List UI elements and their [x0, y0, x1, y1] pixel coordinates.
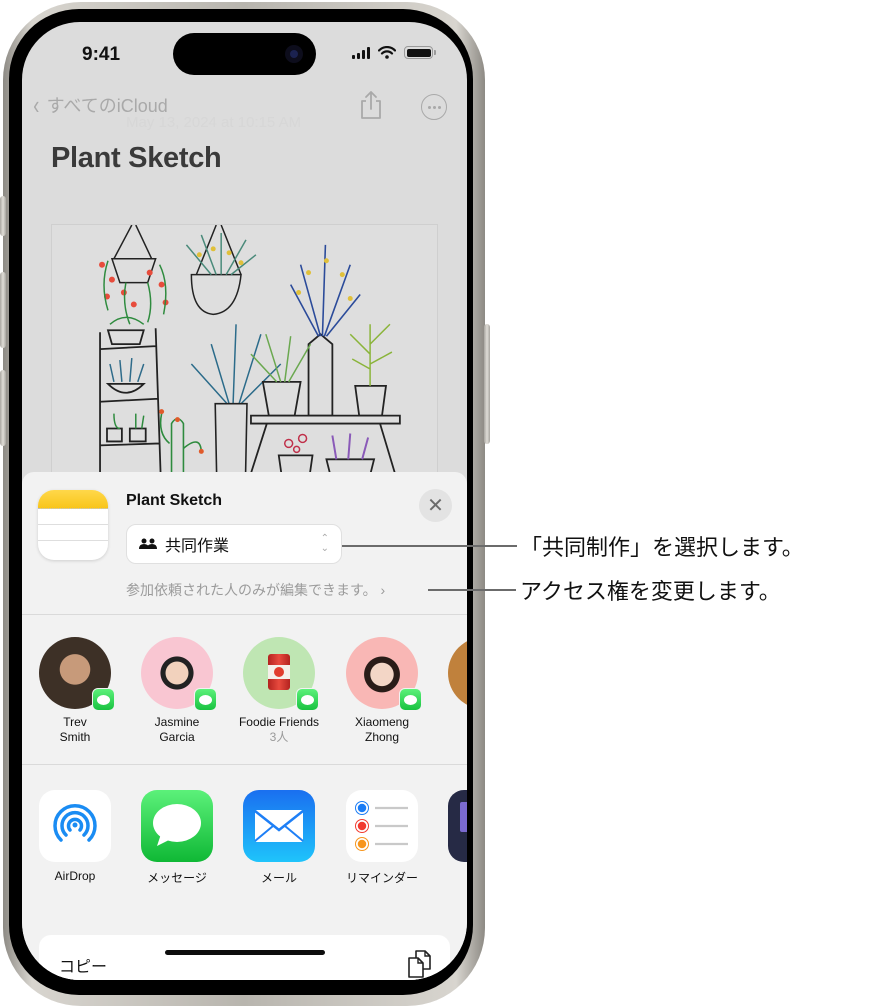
status-time: 9:41 — [82, 44, 121, 65]
chevron-up-down-icon: ⌃ ⌄ — [320, 533, 329, 554]
close-icon: ✕ — [427, 495, 444, 517]
group-name: Foodie Friends — [238, 715, 320, 729]
airdrop-icon — [39, 790, 111, 862]
person-name: Trev Smith — [59, 715, 91, 744]
close-button[interactable]: ✕ — [419, 489, 452, 522]
avatar — [243, 637, 319, 711]
chevron-left-icon: ‹ — [33, 90, 40, 120]
tomato-can-icon — [268, 654, 290, 690]
callout-line-collab — [342, 545, 517, 547]
share-apps: AirDrop メッセージ メール リマインダー — [22, 790, 467, 890]
reminders-icon — [346, 790, 418, 862]
collaboration-mode-value: 共同作業 — [165, 538, 230, 555]
divider — [22, 614, 467, 615]
volume-down-button — [0, 370, 6, 446]
share-sheet: Plant Sketch ✕ 共同作業 ⌃ ⌄ 参加依頼された人のみが編集できます… — [22, 472, 467, 980]
group-member-count: 3人 — [269, 730, 289, 744]
app-label: AirDrop — [54, 869, 96, 883]
share-sheet-title: Plant Sketch — [126, 492, 223, 509]
app-airdrop[interactable]: AirDrop — [25, 790, 125, 883]
app-label: メール — [260, 871, 297, 885]
avatar — [39, 637, 115, 711]
app-label: シ — [434, 869, 467, 886]
red-berries — [99, 261, 169, 308]
app-label: メッセージ — [147, 871, 207, 885]
person-jasmine-garcia[interactable]: Jasmine Garcia — [127, 637, 227, 745]
app-messages[interactable]: メッセージ — [127, 790, 227, 886]
avatar — [346, 637, 422, 711]
group-foodie-friends[interactable]: Foodie Friends 3人 — [229, 637, 329, 745]
person-name: Xiaomeng Zhong — [354, 715, 410, 744]
app-label: リマインダー — [345, 871, 418, 885]
wifi-icon — [378, 46, 396, 59]
volume-up-button — [0, 272, 6, 348]
plant-sketch-drawing[interactable] — [51, 224, 438, 504]
app-partial[interactable]: シ — [434, 790, 467, 886]
people-suggestions: Trev Smith Jasmine Garcia Foodie Friends 3… — [22, 637, 467, 767]
messages-badge-icon — [296, 688, 319, 711]
messages-icon — [141, 790, 213, 862]
messages-badge-icon — [399, 688, 422, 711]
access-settings-link[interactable]: 参加依頼された人のみが編集できます。 › — [126, 580, 385, 600]
chevron-right-icon: › — [380, 582, 386, 598]
dynamic-island — [173, 33, 316, 75]
front-camera — [285, 45, 303, 63]
messages-badge-icon — [194, 688, 217, 711]
app-mail[interactable]: メール — [229, 790, 329, 886]
access-settings-text: 参加依頼された人のみが編集できます。 — [126, 582, 377, 598]
divider — [22, 764, 467, 765]
callout-line-access — [428, 589, 516, 591]
side-button — [484, 324, 490, 444]
app-reminders[interactable]: リマインダー — [332, 790, 432, 886]
avatar — [141, 637, 217, 711]
action-button — [0, 196, 6, 236]
person-name: Jasmine Garcia — [154, 715, 200, 744]
person-partial[interactable]: C — [434, 637, 467, 730]
person-xiaomeng-zhong[interactable]: Xiaomeng Zhong — [332, 637, 432, 745]
avatar — [448, 637, 467, 709]
collaboration-mode-select[interactable]: 共同作業 ⌃ ⌄ — [126, 524, 342, 564]
note-title: Plant Sketch — [51, 142, 222, 174]
copy-label: コピー — [59, 959, 108, 976]
mail-icon — [243, 790, 315, 862]
battery-icon — [404, 46, 436, 59]
home-indicator[interactable] — [165, 950, 325, 955]
people-icon — [139, 538, 157, 549]
messages-badge-icon — [92, 688, 115, 711]
note-date-ghost: May 13, 2024 at 10:15 AM — [126, 114, 302, 131]
cellular-signal-icon — [352, 46, 370, 59]
share-icon[interactable] — [358, 90, 384, 120]
copy-action[interactable]: コピー — [39, 935, 450, 980]
shortcuts-icon — [448, 790, 467, 862]
person-name: C — [434, 715, 467, 730]
callout-collab: 「共同制作」を選択します。 — [520, 536, 804, 561]
status-icons — [352, 46, 436, 59]
ellipsis-circle-icon[interactable] — [421, 94, 447, 120]
person-trev-smith[interactable]: Trev Smith — [25, 637, 125, 745]
callout-access: アクセス権を変更します。 — [520, 580, 781, 605]
screen: 9:41 ‹ すべてのiCloud May 13, 2024 at 10:15 … — [22, 22, 467, 980]
notes-app-icon — [38, 490, 108, 560]
copy-icon — [408, 950, 431, 978]
